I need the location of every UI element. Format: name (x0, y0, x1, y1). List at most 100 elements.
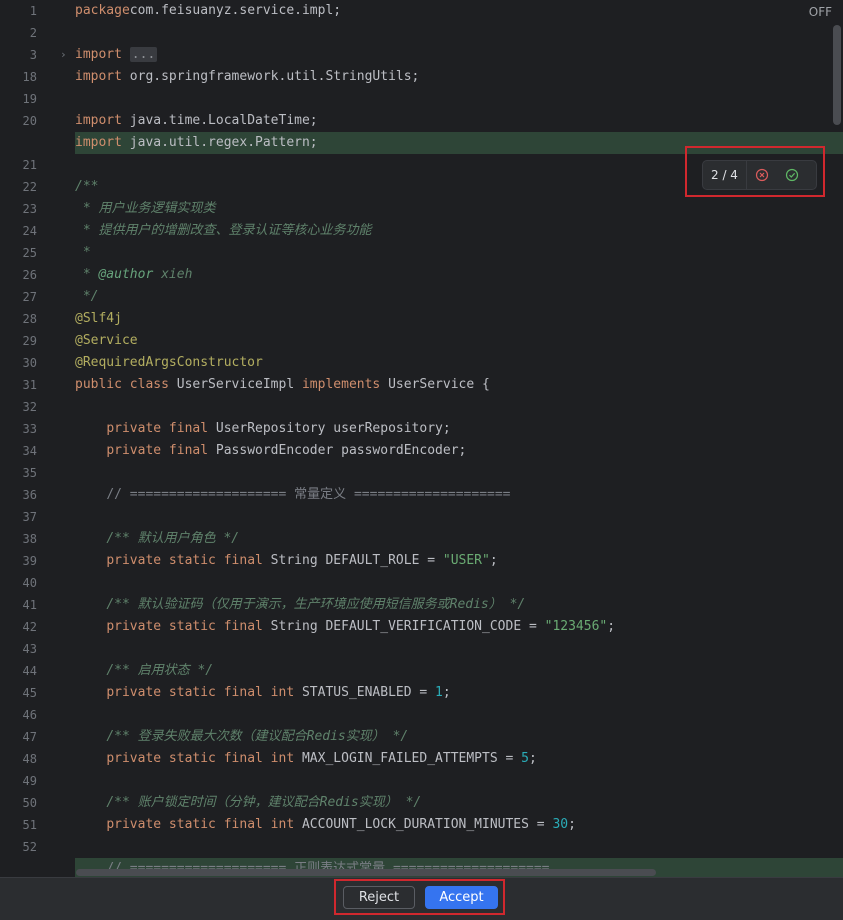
code-token: /** (75, 179, 99, 194)
code-line[interactable]: 43 (0, 638, 843, 660)
code-line[interactable]: 39 private static final String DEFAULT_R… (0, 550, 843, 572)
line-number: 2 (29, 26, 37, 40)
code-text: @Service (75, 330, 138, 352)
code-line[interactable]: 30 @RequiredArgsConstructor (0, 352, 843, 374)
line-number: 20 (22, 114, 37, 128)
line-number: 32 (22, 400, 37, 414)
line-number: 27 (22, 290, 37, 304)
code-line[interactable]: 1 packagecom.feisuanyz.service.impl; (0, 0, 843, 22)
code-token: ; (442, 685, 451, 700)
code-token: /** 登录失败最大次数（建议配合Redis实现） */ (106, 729, 409, 744)
code-text: * (75, 242, 91, 264)
line-number: 29 (22, 334, 37, 348)
code-line[interactable]: 46 (0, 704, 843, 726)
code-line[interactable]: 25 * (0, 242, 843, 264)
code-text: private static final int ACCOUNT_LOCK_DU… (75, 814, 576, 836)
code-line[interactable]: 40 (0, 572, 843, 594)
code-line[interactable]: 35 (0, 462, 843, 484)
code-line[interactable]: 48 private static final int MAX_LOGIN_FA… (0, 748, 843, 770)
code-line[interactable]: 52 (0, 836, 843, 858)
code-line[interactable]: 50 /** 账户锁定时间（分钟，建议配合Redis实现） */ (0, 792, 843, 814)
code-text: import java.time.LocalDateTime; (75, 110, 318, 132)
code-token: /** 默认用户角色 */ (106, 531, 240, 546)
code-token: import (75, 135, 122, 150)
line-number: 48 (22, 752, 37, 766)
folded-imports[interactable]: ... (129, 47, 158, 62)
line-number: 40 (22, 576, 37, 590)
code-line[interactable]: 45 private static final int STATUS_ENABL… (0, 682, 843, 704)
vertical-scrollbar[interactable] (833, 25, 841, 125)
code-text: import ... (75, 44, 158, 66)
code-line[interactable]: 18 import org.springframework.util.String… (0, 66, 843, 88)
line-number: 3 (29, 48, 37, 62)
code-line[interactable]: 31 public class UserServiceImpl implement… (0, 374, 843, 396)
code-line[interactable]: 27 */ (0, 286, 843, 308)
code-line[interactable]: 47 /** 登录失败最大次数（建议配合Redis实现） */ (0, 726, 843, 748)
code-token: ; (607, 619, 616, 634)
code-token: /** 账户锁定时间（分钟，建议配合Redis实现） */ (106, 795, 422, 810)
code-line[interactable]: 42 private static final String DEFAULT_V… (0, 616, 843, 638)
inspection-off-label[interactable]: OFF (809, 5, 832, 19)
code-line[interactable]: 37 (0, 506, 843, 528)
code-line[interactable]: 41 /** 默认验证码（仅用于演示，生产环境应使用短信服务或Redis） */ (0, 594, 843, 616)
horizontal-scrollbar[interactable] (76, 869, 656, 876)
code-line[interactable]: 20 import java.time.LocalDateTime; (0, 110, 843, 132)
code-line[interactable]: 28 @Slf4j (0, 308, 843, 330)
code-token: ACCOUNT_LOCK_DURATION_MINUTES = (294, 817, 553, 832)
code-text: // ==================== 常量定义 ===========… (75, 484, 511, 506)
code-token: /** 默认验证码（仅用于演示，生产环境应使用短信服务或Redis） */ (106, 597, 526, 612)
code-line[interactable]: 36 // ==================== 常量定义 ========… (0, 484, 843, 506)
line-number: 22 (22, 180, 37, 194)
line-number: 52 (22, 840, 37, 854)
line-number: 26 (22, 268, 37, 282)
code-line[interactable]: 26 * @author xieh (0, 264, 843, 286)
code-token: /** 启用状态 */ (106, 663, 214, 678)
code-line[interactable]: 49 (0, 770, 843, 792)
line-number: 1 (29, 4, 37, 18)
code-line[interactable]: 51 private static final int ACCOUNT_LOCK… (0, 814, 843, 836)
code-line[interactable]: 29 @Service (0, 330, 843, 352)
code-token: UserServiceImpl (168, 377, 302, 392)
code-text: /** 登录失败最大次数（建议配合Redis实现） */ (75, 726, 408, 748)
code-line[interactable]: 23 * 用户业务逻辑实现类 (0, 198, 843, 220)
code-line[interactable]: 2 (0, 22, 843, 44)
code-token: private static final int (106, 685, 295, 700)
code-token: org.springframework.util.StringUtils; (121, 69, 420, 84)
code-token: ; (489, 553, 498, 568)
code-token: private static final (106, 619, 263, 634)
code-token: package (75, 3, 130, 18)
code-line[interactable]: 19 (0, 88, 843, 110)
code-line[interactable]: 44 /** 启用状态 */ (0, 660, 843, 682)
code-line[interactable]: 38 /** 默认用户角色 */ (0, 528, 843, 550)
line-number: 38 (22, 532, 37, 546)
line-number: 46 (22, 708, 37, 722)
code-text: private static final String DEFAULT_VERI… (75, 616, 615, 638)
code-token: java.time.LocalDateTime; (121, 113, 318, 128)
code-token: xieh (153, 267, 193, 282)
line-number: 44 (22, 664, 37, 678)
accept-button[interactable]: Accept (425, 886, 498, 909)
code-line[interactable]: 34 private final PasswordEncoder passwor… (0, 440, 843, 462)
fold-chevron-icon[interactable]: › (60, 44, 67, 66)
code-token: UserService { (380, 377, 490, 392)
code-line[interactable]: 33 private final UserRepository userRepo… (0, 418, 843, 440)
line-number: 41 (22, 598, 37, 612)
code-line[interactable]: 24 * 提供用户的增删改查、登录认证等核心业务功能 (0, 220, 843, 242)
code-token: * 用户业务逻辑实现类 (75, 201, 216, 216)
code-line[interactable]: 3 › import ... (0, 44, 843, 66)
line-number: 47 (22, 730, 37, 744)
code-editor[interactable]: 1 packagecom.feisuanyz.service.impl; 2 3 › im… (0, 0, 843, 877)
code-token: import (75, 69, 122, 84)
code-token: ; (568, 817, 576, 832)
code-line[interactable]: 32 (0, 396, 843, 418)
line-number: 18 (22, 70, 37, 84)
reject-button[interactable]: Reject (343, 886, 415, 909)
line-number: 25 (22, 246, 37, 260)
line-number: 45 (22, 686, 37, 700)
code-token: // ==================== 常量定义 ===========… (106, 487, 511, 502)
